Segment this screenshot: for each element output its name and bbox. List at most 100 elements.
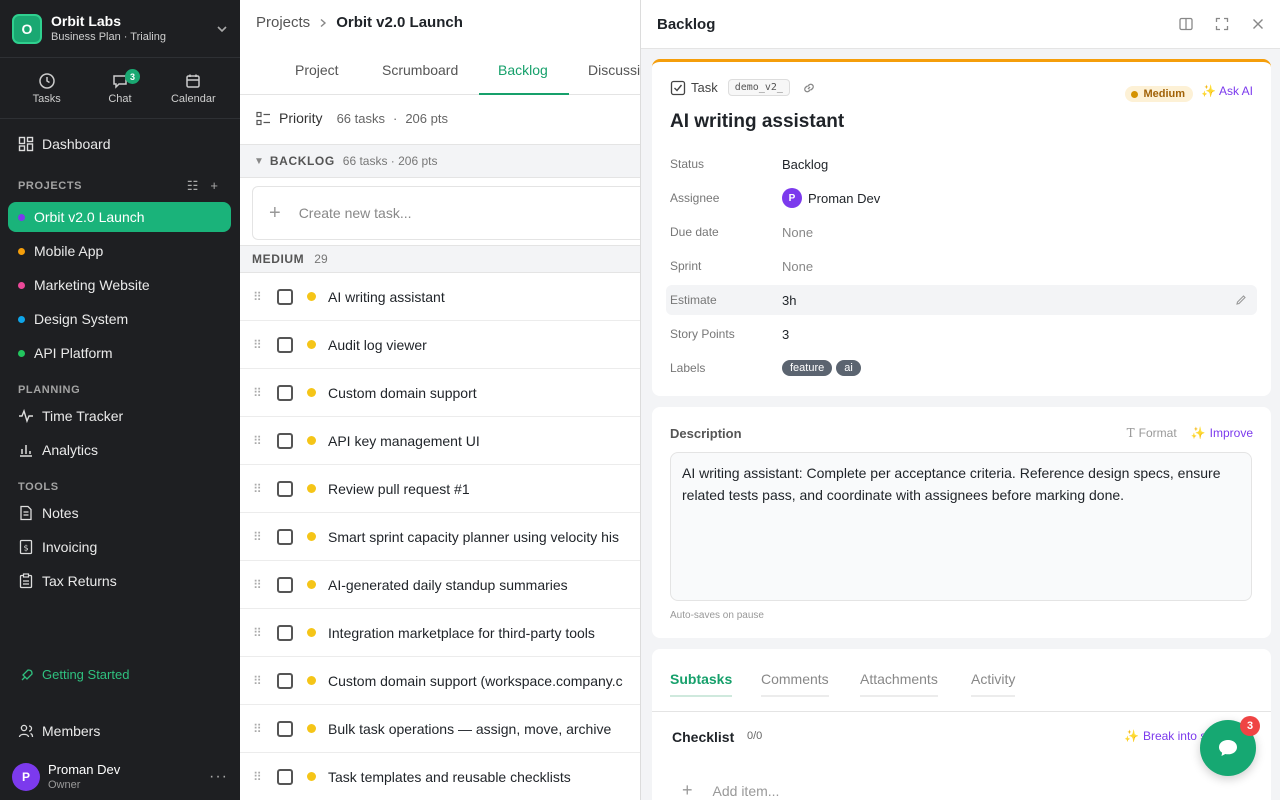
field-labels[interactable]: Labels feature ai xyxy=(666,353,1257,383)
user-profile[interactable]: P Proman Dev Owner ··· xyxy=(0,757,240,797)
more-icon[interactable]: ··· xyxy=(209,768,228,786)
task-row[interactable]: ⠿ Custom domain support (workspace.compan… xyxy=(240,657,640,705)
drag-handle-icon[interactable]: ⠿ xyxy=(253,482,263,496)
field-story-points[interactable]: Story Points 3 xyxy=(666,319,1257,349)
task-title[interactable]: AI-generated daily standup summaries xyxy=(328,577,568,593)
drag-handle-icon[interactable]: ⠿ xyxy=(253,626,263,640)
task-checkbox[interactable] xyxy=(277,432,293,449)
tab-backlog[interactable]: Backlog xyxy=(479,47,569,95)
project-item[interactable]: Orbit v2.0 Launch xyxy=(8,202,231,232)
field-status[interactable]: Status Backlog xyxy=(666,149,1257,179)
task-checkbox[interactable] xyxy=(277,624,293,641)
nav-invoicing[interactable]: $ Invoicing xyxy=(8,532,231,562)
task-row[interactable]: ⠿ AI writing assistant xyxy=(240,273,640,321)
add-checklist-item[interactable]: + Add item... xyxy=(682,780,779,800)
task-title[interactable]: Review pull request #1 xyxy=(328,481,470,497)
group-by-label[interactable]: Priority xyxy=(279,110,323,126)
task-title[interactable]: Smart sprint capacity planner using velo… xyxy=(328,529,619,545)
task-title[interactable]: Custom domain support xyxy=(328,385,477,401)
task-title[interactable]: Bulk task operations — assign, move, arc… xyxy=(328,721,611,737)
drag-handle-icon[interactable]: ⠿ xyxy=(253,386,263,400)
drag-handle-icon[interactable]: ⠿ xyxy=(253,434,263,448)
drag-handle-icon[interactable]: ⠿ xyxy=(253,338,263,352)
project-item[interactable]: Design System xyxy=(8,304,231,334)
tab-activity[interactable]: Activity xyxy=(971,671,1016,697)
task-checkbox[interactable] xyxy=(277,384,293,401)
task-row[interactable]: ⠿ Custom domain support xyxy=(240,369,640,417)
drag-handle-icon[interactable]: ⠿ xyxy=(253,674,263,688)
task-title[interactable]: Task templates and reusable checklists xyxy=(328,769,571,785)
expand-icon[interactable] xyxy=(1215,17,1229,31)
break-into-subtasks-button[interactable]: ✨ Break into s xyxy=(1124,729,1206,743)
task-row[interactable]: ⠿ Integration marketplace for third-party… xyxy=(240,609,640,657)
close-icon[interactable] xyxy=(1251,17,1265,31)
nav-members[interactable]: Members xyxy=(18,723,100,739)
task-title[interactable]: API key management UI xyxy=(328,433,480,449)
group-by-icon[interactable] xyxy=(256,111,271,126)
task-checkbox[interactable] xyxy=(277,576,293,593)
task-checkbox[interactable] xyxy=(277,672,293,689)
priority-badge[interactable]: Medium xyxy=(1125,86,1193,102)
project-item[interactable]: Marketing Website xyxy=(8,270,231,300)
label-chip[interactable]: feature xyxy=(782,360,833,376)
backlog-group-header[interactable]: ▼ BACKLOG 66 tasks · 206 pts xyxy=(240,144,640,178)
nav-analytics[interactable]: Analytics xyxy=(8,435,231,465)
nav-time-tracker[interactable]: Time Tracker xyxy=(8,401,231,431)
task-checkbox[interactable] xyxy=(277,288,293,305)
task-title[interactable]: Audit log viewer xyxy=(328,337,427,353)
format-button[interactable]: T Format xyxy=(1127,426,1177,440)
drag-handle-icon[interactable]: ⠿ xyxy=(253,530,263,544)
task-checkbox[interactable] xyxy=(277,528,293,545)
split-view-icon[interactable] xyxy=(1179,17,1193,31)
task-title[interactable]: Custom domain support (workspace.company… xyxy=(328,673,623,689)
task-row[interactable]: ⠿ Smart sprint capacity planner using vel… xyxy=(240,513,640,561)
task-code[interactable]: demo_v2_ xyxy=(727,79,790,96)
description-editor[interactable]: AI writing assistant: Complete per accep… xyxy=(670,452,1252,601)
project-item[interactable]: API Platform xyxy=(8,338,231,368)
task-row[interactable]: ⠿ Task templates and reusable checklists xyxy=(240,753,640,800)
task-row[interactable]: ⠿ Audit log viewer xyxy=(240,321,640,369)
drag-handle-icon[interactable]: ⠿ xyxy=(253,722,263,736)
field-assignee[interactable]: Assignee P Proman Dev xyxy=(666,183,1257,213)
tab-scrumboard[interactable]: Scrumboard xyxy=(382,47,458,95)
improve-button[interactable]: ✨ Improve xyxy=(1191,426,1253,440)
ask-ai-button[interactable]: ✨ Ask AI xyxy=(1201,84,1253,98)
drag-handle-icon[interactable]: ⠿ xyxy=(253,770,263,784)
drag-handle-icon[interactable]: ⠿ xyxy=(253,290,263,304)
chevron-down-icon[interactable] xyxy=(216,23,228,35)
task-title[interactable]: Integration marketplace for third-party … xyxy=(328,625,595,641)
list-view-icon[interactable]: ☷ xyxy=(187,178,199,194)
drag-handle-icon[interactable]: ⠿ xyxy=(253,578,263,592)
add-project-icon[interactable]: + xyxy=(210,178,218,194)
org-switcher[interactable]: O Orbit Labs Business Plan · Trialing xyxy=(0,0,240,58)
quick-tasks[interactable]: Tasks xyxy=(12,59,82,118)
task-row[interactable]: ⠿ AI-generated daily standup summaries xyxy=(240,561,640,609)
tab-project[interactable]: Project xyxy=(295,47,339,95)
project-item[interactable]: Mobile App xyxy=(8,236,231,266)
quick-chat[interactable]: Chat 3 xyxy=(85,59,155,118)
field-estimate[interactable]: Estimate 3h xyxy=(666,285,1257,315)
nav-notes[interactable]: Notes xyxy=(8,498,231,528)
field-sprint[interactable]: Sprint None xyxy=(666,251,1257,281)
field-due-date[interactable]: Due date None xyxy=(666,217,1257,247)
quick-calendar[interactable]: Calendar xyxy=(158,59,228,118)
nav-tax-returns[interactable]: Tax Returns xyxy=(8,566,231,596)
create-task-input[interactable]: + Create new task... xyxy=(252,186,640,240)
task-checkbox[interactable] xyxy=(277,336,293,353)
task-title[interactable]: AI writing assistant xyxy=(670,111,844,133)
pencil-icon[interactable] xyxy=(1235,294,1247,306)
task-checkbox[interactable] xyxy=(277,480,293,497)
priority-group-header[interactable]: MEDIUM 29 xyxy=(240,245,640,273)
task-row[interactable]: ⠿ Review pull request #1 xyxy=(240,465,640,513)
link-icon[interactable] xyxy=(802,81,816,95)
tab-comments[interactable]: Comments xyxy=(761,671,829,697)
tab-attachments[interactable]: Attachments xyxy=(860,671,938,697)
getting-started-link[interactable]: Getting Started xyxy=(20,667,129,682)
task-checkbox[interactable] xyxy=(277,720,293,737)
label-chip[interactable]: ai xyxy=(836,360,861,376)
tab-subtasks[interactable]: Subtasks xyxy=(670,671,733,697)
nav-dashboard[interactable]: Dashboard xyxy=(8,129,231,159)
task-row[interactable]: ⠿ API key management UI xyxy=(240,417,640,465)
breadcrumb-parent[interactable]: Projects xyxy=(256,14,310,31)
tab-discussions[interactable]: Discussi xyxy=(588,47,640,95)
